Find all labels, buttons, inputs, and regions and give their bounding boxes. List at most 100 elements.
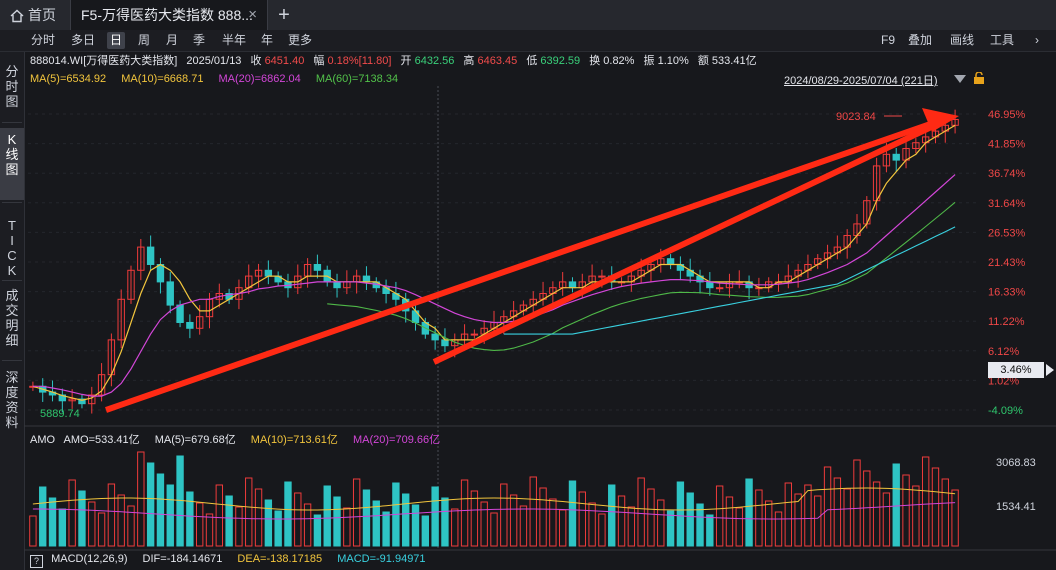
sidebar-char: K [7,132,17,147]
candle-body [362,275,371,283]
volume-bar [912,485,920,547]
volume-bar [343,507,351,547]
candle-body [666,258,675,265]
volume-bar [186,491,194,547]
period-button[interactable]: 月 [163,32,181,49]
volume-bar [88,501,96,547]
volume-bar [460,479,469,547]
period-button[interactable]: 周 [135,32,153,49]
period-button[interactable]: 分时 [28,32,58,49]
sidebar-divider [2,360,22,361]
period-button[interactable]: 季 [190,32,208,49]
period-button[interactable]: 更多 [285,32,315,49]
volume-bar [48,497,57,547]
y-tick-label: 26.53% [988,227,1026,239]
candle-body [166,281,174,306]
more-chevron-icon[interactable]: › [1030,32,1044,49]
candle-body [892,153,900,161]
volume-bar [294,492,302,547]
volume-bar [558,509,567,547]
candle-body [431,333,439,341]
volume-bar [519,505,528,547]
y-tick-label: 16.33% [988,287,1026,299]
sidebar-view-3[interactable]: 成交明细 [0,284,24,358]
y-tick-label: 21.43% [988,257,1026,269]
volume-bar [333,496,341,547]
tab-bar: 首页 F5-万得医药大类指数 888... × + [0,0,1056,31]
period-button[interactable]: 年 [258,32,276,49]
volume-bar [735,507,743,547]
amo-ma20: MA(20)=709.66亿 [352,434,441,446]
volume-bar [608,484,616,547]
volume-bar [421,515,430,547]
volume-bar [509,494,518,547]
y-tick-label: 46.95% [988,109,1026,121]
tab-index-chart[interactable]: F5-万得医药大类指数 888... × [70,0,268,30]
tab-home[interactable]: 首页 [0,0,70,30]
volume-bar [480,501,488,547]
volume-bar [598,513,606,547]
price-pointer-icon [1046,364,1054,376]
volume-bar [352,478,361,547]
sidebar-char: 深 [5,370,19,385]
sidebar-view-4[interactable]: 深度资料 [0,366,24,438]
volume-bar [676,481,685,547]
trend-arrow-line [432,119,944,365]
volume-bar [431,486,439,547]
tab-home-label: 首页 [28,7,56,23]
volume-bar [902,474,910,547]
sidebar-view-0[interactable]: 分时图 [0,60,24,120]
sidebar-char: 图 [5,162,19,177]
volume-tick-label: 3068.83 [996,457,1036,469]
volume-bar [882,492,891,547]
period-button[interactable]: 多日 [67,32,99,49]
volume-bar [451,508,459,547]
sidebar-view-1[interactable]: K线图 [0,128,24,200]
sidebar-char: C [7,248,17,263]
sidebar-divider [2,202,22,203]
period-toolbar: 分时 多日日周月季半年年更多 F9 叠加 画线 工具 › [0,30,1056,52]
add-tab-button[interactable]: + [273,0,295,30]
sidebar-char: 分 [5,64,19,79]
volume-bar [765,500,773,547]
volume-bar [402,493,410,547]
kline-chart[interactable]: 46.95% 41.85% 36.74% 31.64% 26.53% 21.43% 16.3… [24,52,1056,570]
volume-bar [382,511,390,547]
volume-bar [137,451,145,547]
candle-body [176,304,184,323]
volume-bar [205,513,214,547]
period-button[interactable]: 日 [107,32,125,49]
volume-bar [863,470,871,547]
volume-bar [951,489,959,547]
toolbar-button[interactable]: 画线 [948,32,976,49]
volume-bar [578,491,586,547]
volume-bar [225,495,233,547]
view-sidebar: 分时图 K线图 TICK 成交明细深度资料 [0,52,25,570]
candle-body [264,269,273,277]
sidebar-divider [2,280,22,281]
toolbar-button[interactable]: F9 [878,32,898,49]
volume-tick-label: 1534.41 [996,501,1036,513]
volume-bar [313,514,322,547]
sidebar-char: 资 [5,400,19,415]
sidebar-char: 细 [5,333,19,348]
help-icon[interactable]: ? [30,555,43,568]
sidebar-divider [2,122,22,123]
volume-bar [362,489,371,547]
volume-bar [529,476,537,547]
period-button[interactable]: 半年 [219,32,249,49]
toolbar-button[interactable]: 工具 [988,32,1016,49]
sidebar-view-2[interactable]: TICK [0,214,24,278]
candle-body [568,281,577,289]
sidebar-char: 线 [5,147,19,162]
candle-body [146,246,155,265]
volume-bar [146,462,155,547]
macd-dea: DEA=-138.17185 [237,553,323,565]
volume-bar [274,510,282,547]
volume-bar [686,492,694,547]
close-icon[interactable]: × [248,0,257,30]
candle-body [715,287,724,290]
toolbar-button[interactable]: 叠加 [906,32,934,49]
volume-bar [58,508,67,547]
low-annotation: 5889.74 [40,408,80,420]
